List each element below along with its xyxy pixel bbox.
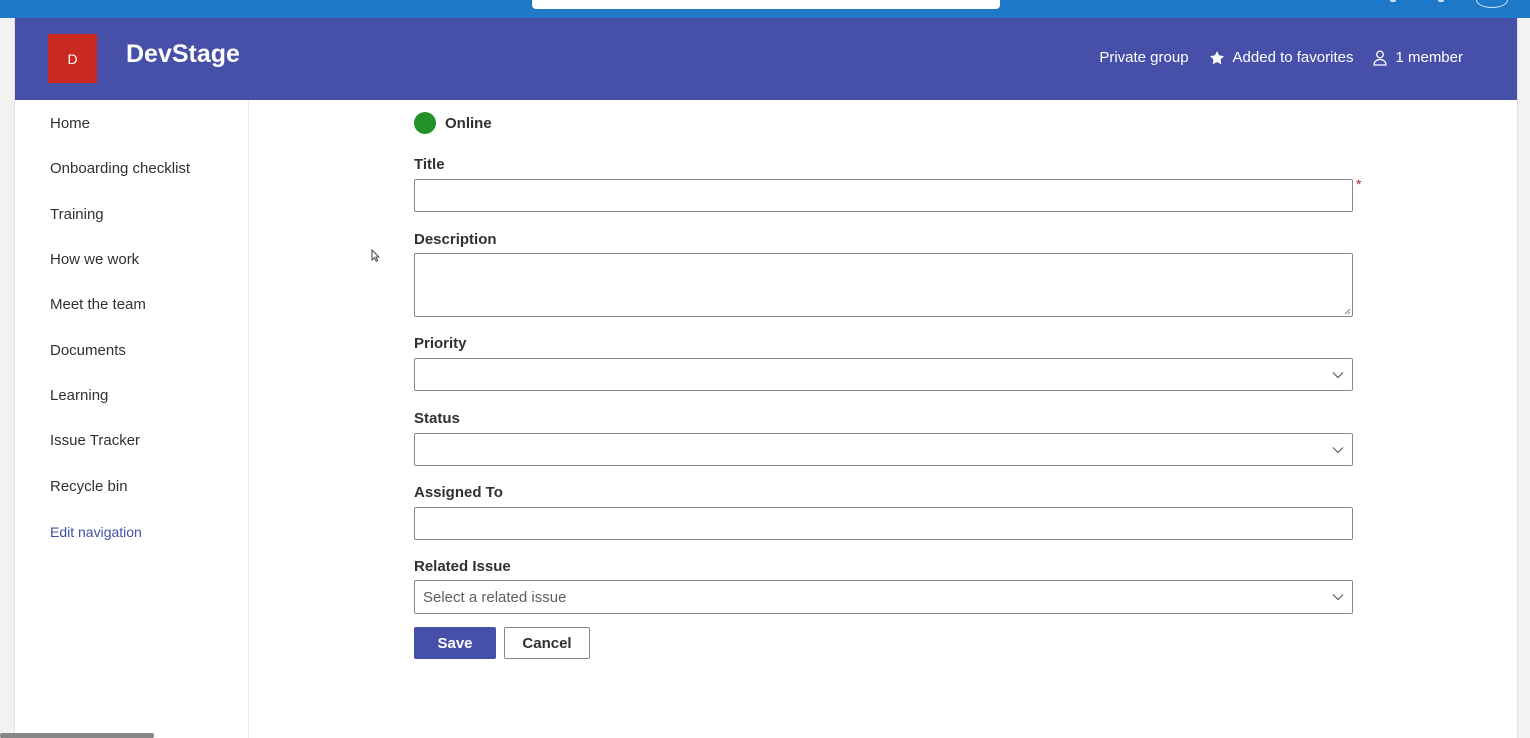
person-icon (1373, 50, 1388, 66)
favorite-label: Added to favorites (1232, 49, 1354, 66)
online-status-icon (414, 112, 436, 134)
cancel-button[interactable]: Cancel (504, 627, 590, 659)
related-issue-dropdown[interactable]: Select a related issue (414, 580, 1353, 614)
assigned-to-label: Assigned To (414, 484, 503, 501)
horizontal-scrollbar[interactable] (0, 733, 154, 738)
priority-label: Priority (414, 335, 467, 352)
site-title[interactable]: DevStage (126, 40, 240, 69)
nav-item-onboarding-checklist[interactable]: Onboarding checklist (50, 160, 190, 177)
privacy-label: Private group (1099, 49, 1188, 66)
nav-item-learning[interactable]: Learning (50, 387, 108, 404)
presence-label: Online (445, 114, 492, 132)
chevron-down-icon (1332, 446, 1344, 453)
nav-item-meet-the-team[interactable]: Meet the team (50, 296, 146, 313)
description-label: Description (414, 231, 497, 248)
chevron-down-icon (1332, 594, 1344, 601)
priority-dropdown[interactable] (414, 358, 1353, 391)
window-right-edge (1517, 18, 1530, 738)
resize-grip-icon[interactable] (1343, 307, 1351, 315)
status-label: Status (414, 410, 460, 427)
title-label: Title (414, 156, 445, 173)
status-dropdown[interactable] (414, 433, 1353, 466)
site-header: D DevStage Private group Added to favori… (15, 18, 1517, 100)
site-logo[interactable]: D (48, 34, 97, 83)
left-navigation: Home Onboarding checklist Training How w… (15, 100, 249, 738)
suite-bar (0, 0, 1530, 18)
nav-item-how-we-work[interactable]: How we work (50, 251, 139, 268)
title-input[interactable] (414, 179, 1353, 212)
settings-icon[interactable] (1390, 0, 1396, 2)
assigned-to-input[interactable] (414, 507, 1353, 540)
description-textarea[interactable] (414, 253, 1353, 317)
help-icon[interactable] (1438, 0, 1444, 2)
suite-search-box[interactable] (532, 0, 1000, 9)
nav-item-documents[interactable]: Documents (50, 342, 126, 359)
related-issue-label: Related Issue (414, 558, 511, 575)
nav-item-issue-tracker[interactable]: Issue Tracker (50, 432, 140, 449)
presence-status: Online (414, 112, 492, 134)
nav-item-recycle-bin[interactable]: Recycle bin (50, 478, 128, 495)
required-indicator: * (1356, 176, 1362, 192)
save-button[interactable]: Save (414, 627, 496, 659)
account-avatar-icon[interactable] (1476, 0, 1508, 8)
edit-navigation-link[interactable]: Edit navigation (50, 524, 142, 540)
chevron-down-icon (1332, 371, 1344, 378)
star-icon (1209, 50, 1224, 64)
window-left-edge (0, 18, 15, 738)
members-label: 1 member (1395, 49, 1463, 66)
related-issue-placeholder: Select a related issue (423, 588, 567, 606)
nav-item-training[interactable]: Training (50, 206, 104, 223)
privacy-text: Private group (1099, 49, 1189, 66)
members-button[interactable]: 1 member (1373, 49, 1463, 66)
nav-item-home[interactable]: Home (50, 115, 90, 132)
item-form: Online Title * Description Priority Stat… (249, 100, 1517, 738)
favorite-button[interactable]: Added to favorites (1209, 49, 1354, 66)
header-actions: Private group Added to favorites 1 membe… (1079, 49, 1463, 66)
